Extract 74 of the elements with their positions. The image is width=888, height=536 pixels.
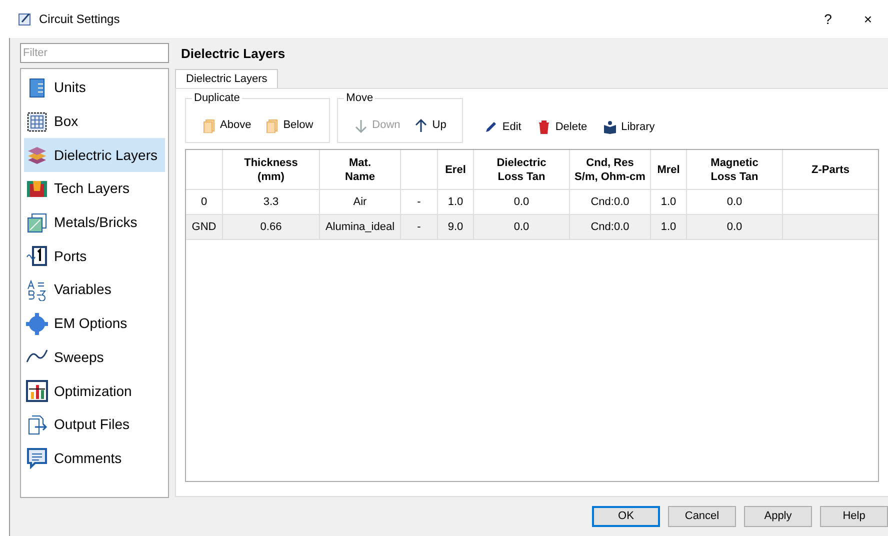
trash-icon bbox=[537, 120, 552, 134]
table-cell-text: Cnd:0.0 bbox=[590, 194, 630, 210]
table-cell-text: 1.0 bbox=[660, 194, 676, 210]
sidebar-item[interactable]: Ports bbox=[24, 239, 165, 274]
toolbar-button[interactable]: Library bbox=[603, 118, 655, 135]
table-cell-text: - bbox=[417, 220, 421, 235]
bricks-icon bbox=[26, 212, 48, 234]
layers-icon bbox=[26, 144, 48, 166]
sidebar-item[interactable]: Box bbox=[24, 104, 165, 138]
sidebar-item[interactable]: Tech Layers bbox=[24, 172, 165, 206]
filter-field[interactable]: Filter bbox=[20, 43, 169, 63]
sidebar-item[interactable]: Metals/Bricks bbox=[24, 206, 165, 240]
table-cell-text: 1.0 bbox=[448, 194, 464, 210]
group-label: Move bbox=[344, 92, 376, 104]
grid-icon bbox=[26, 110, 48, 133]
table-cell-text: 0.0 bbox=[726, 220, 742, 235]
sidebar-item[interactable]: Comments bbox=[24, 442, 165, 476]
window-title: Circuit Settings bbox=[39, 11, 120, 28]
toolbar-button[interactable]: Below bbox=[263, 117, 316, 134]
column-header[interactable]: Mat. Name bbox=[345, 156, 375, 184]
column-header[interactable]: Mrel bbox=[657, 162, 680, 176]
table-cell-text: 0.0 bbox=[726, 194, 742, 210]
toolbar-button[interactable]: Delete bbox=[537, 118, 588, 135]
toolbar-button[interactable]: Above bbox=[200, 117, 254, 134]
variables-icon bbox=[26, 278, 48, 301]
column-header[interactable]: Erel bbox=[445, 162, 466, 176]
dialog-button[interactable]: Apply bbox=[744, 506, 812, 527]
close-button[interactable]: × bbox=[848, 4, 888, 34]
bar-chart-icon bbox=[26, 380, 48, 402]
book-icon bbox=[603, 120, 618, 134]
page-title: Dielectric Layers bbox=[180, 45, 286, 63]
table-cell-text: Alumina_ideal bbox=[325, 220, 395, 235]
table-cell-text: 1.0 bbox=[660, 220, 676, 235]
toolbar-button[interactable]: Up bbox=[412, 117, 448, 134]
sidebar-item[interactable]: Sweeps bbox=[24, 340, 165, 374]
table-row[interactable]: GND 0.66 Alumina_ideal - 9.0 0.0 Cnd:0.0 1.0 0.0 bbox=[186, 215, 878, 240]
group-label: Duplicate bbox=[192, 92, 242, 104]
copy-icon bbox=[202, 118, 216, 132]
table-cell-text: Air bbox=[353, 194, 367, 210]
column-header[interactable]: Thickness (mm) bbox=[244, 156, 298, 184]
pencil-icon bbox=[484, 120, 498, 134]
sidebar-item[interactable]: Optimization bbox=[24, 374, 165, 408]
table-row[interactable]: 0 3.3 Air - 1.0 0.0 Cnd:0.0 1.0 0.0 bbox=[186, 190, 878, 215]
help-button[interactable]: ? bbox=[808, 4, 848, 34]
table-cell-text: - bbox=[417, 194, 421, 210]
dialog-button[interactable]: Cancel bbox=[668, 506, 736, 527]
dialog-button[interactable]: OK bbox=[592, 506, 660, 527]
column-header[interactable]: Cnd, Res S/m, Ohm-cm bbox=[574, 156, 646, 184]
column-header[interactable]: Z-Parts bbox=[812, 162, 850, 176]
table-cell-text: Cnd:0.0 bbox=[590, 220, 630, 235]
arrow-up-icon bbox=[414, 118, 428, 132]
sidebar-item[interactable]: EM Options bbox=[24, 306, 165, 340]
table-cell-text: 0 bbox=[200, 194, 208, 210]
file-export-icon bbox=[26, 414, 48, 436]
table-cell-text: GND bbox=[192, 220, 216, 235]
table-cell-text: 3.3 bbox=[263, 194, 279, 210]
dialog-button[interactable]: Help bbox=[820, 506, 888, 527]
toolbar-button[interactable]: Edit bbox=[484, 118, 522, 135]
column-header[interactable]: Magnetic Loss Tan bbox=[710, 156, 758, 184]
sidebar-item[interactable]: Units bbox=[24, 71, 165, 105]
arrow-down-icon bbox=[354, 118, 368, 132]
sidebar-item[interactable]: Dielectric Layers bbox=[24, 138, 165, 172]
settings-pencil-icon bbox=[18, 12, 32, 26]
sidebar-item[interactable]: Variables bbox=[24, 273, 165, 307]
table-cell-text: 9.0 bbox=[448, 220, 464, 235]
tab[interactable]: Dielectric Layers bbox=[175, 69, 278, 88]
copy-icon bbox=[265, 118, 280, 132]
table-cell-text: 0.0 bbox=[514, 194, 530, 210]
sidebar-item[interactable]: Output Files bbox=[24, 408, 165, 442]
column-header[interactable]: Dielectric Loss Tan bbox=[496, 156, 546, 184]
comment-icon bbox=[26, 447, 48, 470]
table-cell-text: 0.66 bbox=[260, 220, 282, 235]
port-icon bbox=[26, 245, 48, 268]
table-cell-text: 0.0 bbox=[514, 220, 530, 235]
